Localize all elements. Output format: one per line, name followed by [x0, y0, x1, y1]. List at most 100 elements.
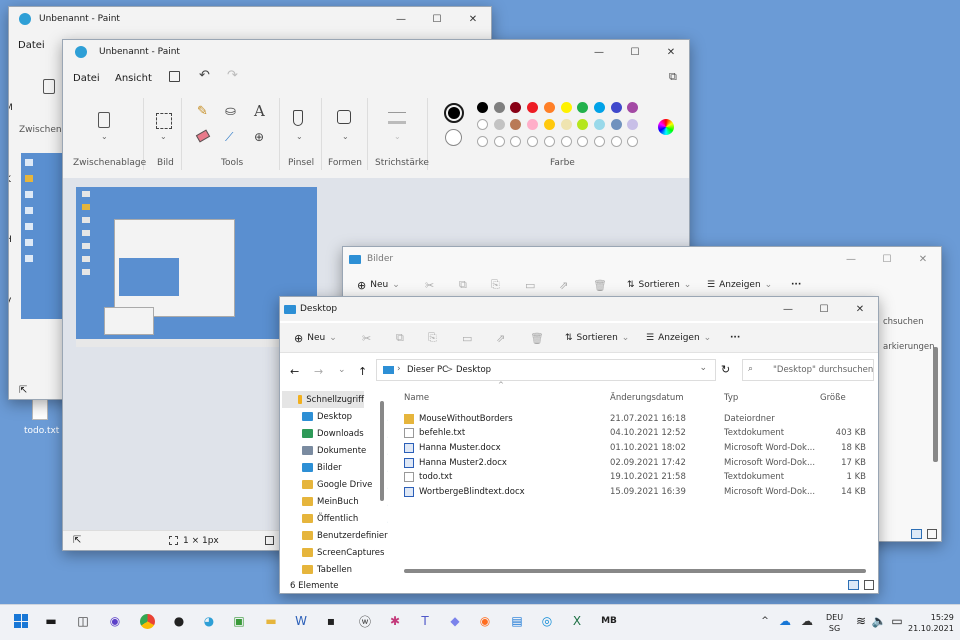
sidebar-item-0[interactable]: Schnellzugriff: [282, 391, 364, 408]
color-swatch[interactable]: [593, 136, 605, 147]
color-swatch[interactable]: [627, 102, 639, 113]
sidebar-item-9[interactable]: ScreenCaptures: [302, 544, 384, 561]
view-button[interactable]: ☰ Anzeigen ⌄: [707, 273, 772, 297]
details-view-icon[interactable]: [848, 580, 859, 590]
sidebar-item-1[interactable]: Desktop 📌: [302, 408, 388, 425]
table-row[interactable]: befehle.txt 04.10.2021 12:52 Textdokument 4…: [390, 426, 876, 441]
minimize-icon[interactable]: —: [383, 7, 419, 31]
excel-icon[interactable]: X: [566, 610, 588, 632]
pin-icon[interactable]: 📌: [387, 464, 388, 472]
paste-clipboard-icon[interactable]: [98, 112, 110, 128]
more-button[interactable]: ···: [730, 326, 740, 350]
save-icon[interactable]: [169, 71, 180, 82]
rename-icon[interactable]: ▭: [462, 326, 472, 350]
color-swatch[interactable]: [560, 136, 572, 147]
language-indicator[interactable]: DEU SG: [826, 612, 843, 634]
color-swatch[interactable]: [510, 136, 522, 147]
sidebar-item-7[interactable]: Öffentlich 📌: [302, 510, 388, 527]
sidebar-item-4[interactable]: Bilder 📌: [302, 459, 388, 476]
table-row[interactable]: WortbergeBlindtext.docx 15.09.2021 16:39 M…: [390, 485, 876, 500]
primary-color[interactable]: [444, 103, 464, 123]
chevron-down-icon[interactable]: ⌄: [342, 132, 349, 141]
column-date[interactable]: Änderungsdatum: [610, 393, 684, 403]
clipboard-icon[interactable]: [43, 79, 55, 94]
pin-icon[interactable]: 📌: [387, 481, 388, 489]
color-swatch[interactable]: [577, 119, 589, 130]
paste-icon[interactable]: ⎘: [428, 326, 437, 350]
color-swatch[interactable]: [527, 119, 539, 130]
stroke-size-icon[interactable]: [388, 112, 406, 124]
color-picker-icon[interactable]: ⟋: [225, 130, 233, 145]
search-icon[interactable]: ▬: [40, 610, 62, 632]
table-row[interactable]: Hanna Muster2.docx 02.09.2021 17:42 Micros…: [390, 455, 876, 470]
maximize-icon[interactable]: ☐: [419, 7, 455, 31]
color-swatch[interactable]: [593, 119, 605, 130]
close-icon[interactable]: ✕: [455, 7, 491, 31]
column-type[interactable]: Typ: [724, 393, 738, 403]
nav-scrollbar[interactable]: [380, 401, 384, 501]
horizontal-scrollbar[interactable]: [404, 569, 866, 573]
menu-datei[interactable]: Datei: [73, 73, 100, 84]
text-tool-icon[interactable]: A: [254, 102, 265, 120]
edge-icon[interactable]: ◎: [536, 610, 558, 632]
paste-icon[interactable]: ⎘: [491, 273, 500, 297]
explorer-taskbar-icon[interactable]: ▬: [260, 610, 282, 632]
redo-icon[interactable]: ↷: [227, 68, 238, 83]
delete-icon[interactable]: 🗑: [593, 273, 607, 297]
color-swatch[interactable]: [627, 136, 639, 147]
copy-icon[interactable]: ⧉: [459, 273, 467, 297]
column-size[interactable]: Größe: [820, 393, 846, 403]
fill-bucket-icon[interactable]: ⛀: [225, 104, 236, 119]
sort-button[interactable]: ⇅ Sortieren ⌄: [627, 273, 691, 297]
delete-icon[interactable]: 🗑: [530, 326, 544, 350]
chevron-down-icon[interactable]: ⌄: [296, 132, 303, 141]
slack-icon[interactable]: ✱: [384, 610, 406, 632]
pin-icon[interactable]: 📌: [387, 413, 388, 421]
paint-taskbar-icon[interactable]: ◕: [198, 610, 220, 632]
color-swatch[interactable]: [510, 102, 522, 113]
close-icon[interactable]: ✕: [653, 40, 689, 64]
color-swatch[interactable]: [527, 102, 539, 113]
breadcrumb-desktop[interactable]: Desktop: [456, 365, 491, 375]
color-swatch[interactable]: [477, 136, 488, 147]
teams-icon[interactable]: T: [414, 610, 436, 632]
pin-icon[interactable]: 📌: [387, 515, 388, 523]
color-swatch[interactable]: [477, 102, 488, 113]
sidebar-item-2[interactable]: Downloads 📌: [302, 425, 388, 442]
photos-icon[interactable]: ▣: [228, 610, 250, 632]
sidebar-item-10[interactable]: Tabellen: [302, 561, 352, 575]
maximize-icon[interactable]: ☐: [617, 40, 653, 64]
chevron-down-icon[interactable]: ⌄: [338, 365, 346, 375]
color-swatch[interactable]: [627, 119, 639, 130]
firefox-icon[interactable]: ◉: [474, 610, 496, 632]
battery-icon[interactable]: ▭: [886, 610, 908, 632]
sidebar-item-3[interactable]: Dokumente 📌: [302, 442, 388, 459]
maximize-icon[interactable]: ☐: [869, 247, 905, 271]
view-button[interactable]: ☰ Anzeigen ⌄: [646, 326, 711, 350]
rename-icon[interactable]: ▭: [525, 273, 535, 297]
color-swatch[interactable]: [527, 136, 539, 147]
color-swatch[interactable]: [477, 119, 488, 130]
terminal-icon[interactable]: ▪: [320, 610, 342, 632]
minimize-icon[interactable]: —: [833, 247, 869, 271]
minimize-icon[interactable]: —: [770, 297, 806, 321]
share-icon[interactable]: ⇗: [496, 326, 505, 350]
remote-desktop-icon[interactable]: ▤: [506, 610, 528, 632]
tiles-view-icon[interactable]: [927, 529, 937, 539]
minimize-icon[interactable]: —: [581, 40, 617, 64]
color-swatch[interactable]: [543, 119, 555, 130]
magnifier-icon[interactable]: ⊕: [254, 130, 264, 144]
color-swatch[interactable]: [543, 136, 555, 147]
show-hidden-icons[interactable]: ^: [754, 610, 776, 632]
search-input[interactable]: ⌕ "Desktop" durchsuchen: [742, 359, 874, 381]
forward-icon[interactable]: →: [314, 365, 323, 378]
color-swatch[interactable]: [560, 102, 572, 113]
color-swatch[interactable]: [543, 102, 555, 113]
app-icon[interactable]: ⓦ: [354, 610, 376, 632]
color-swatch[interactable]: [577, 102, 589, 113]
color-swatch[interactable]: [610, 136, 622, 147]
tiles-view-icon[interactable]: [864, 580, 874, 590]
brush-icon[interactable]: [293, 110, 303, 126]
paint-back-menu-file[interactable]: Datei: [18, 40, 45, 51]
onedrive-icon[interactable]: ☁: [774, 610, 796, 632]
